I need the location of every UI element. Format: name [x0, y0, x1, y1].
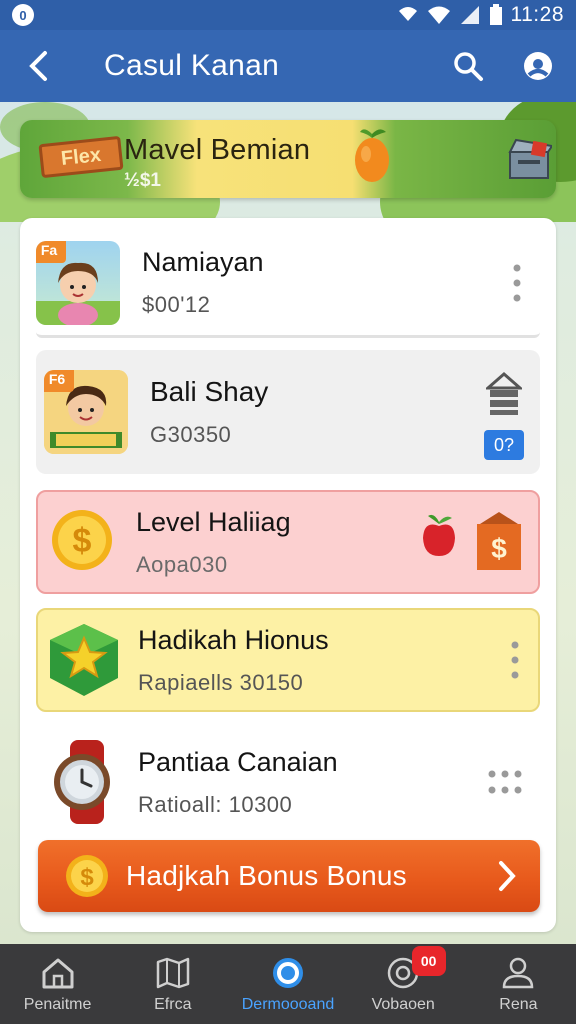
bottom-nav: Penaitme Efrca Dermoooand 00 Vobaoen Ren… [0, 944, 576, 1024]
notification-badge: 00 [411, 946, 446, 976]
search-icon [454, 52, 483, 81]
nav-label: Penaitme [23, 996, 92, 1013]
item-value: Ratioall: 10300 [138, 791, 293, 817]
nav-item-profile[interactable]: Rena [461, 944, 576, 1024]
list-item[interactable]: $ Level Haliiag Aopa030 $ [36, 490, 540, 594]
more-vertical-icon[interactable] [512, 263, 522, 303]
money-box-icon: $ [477, 512, 521, 570]
item-title: Pantiaa Canaian [138, 746, 338, 777]
svg-text:$: $ [491, 533, 507, 564]
chest-icon [508, 138, 552, 179]
back-button[interactable] [18, 46, 58, 86]
avatar: F6 [44, 370, 128, 454]
star-cube-icon [50, 624, 118, 696]
avatar: Fa [36, 240, 120, 325]
status-bar: 0 11:28 [0, 0, 576, 30]
item-value: $00'12 [142, 292, 211, 317]
nav-label: Rena [499, 996, 538, 1013]
page-title: Casul Kanan [104, 49, 280, 82]
nav-label: Efrca [154, 996, 192, 1013]
list-item[interactable]: Fa Namiayan $00'12 [36, 230, 540, 338]
fruit-icon [355, 129, 389, 182]
gear-icon [524, 52, 552, 80]
search-button[interactable] [448, 46, 488, 86]
battery-icon [489, 4, 502, 25]
item-title: Namiayan [142, 247, 264, 277]
svg-text:$: $ [80, 864, 94, 891]
banner-tag: Flex [38, 135, 124, 179]
coin-icon: $ [66, 855, 108, 897]
item-value: G30350 [150, 422, 232, 447]
map-icon [156, 957, 190, 989]
home-icon [42, 958, 74, 989]
item-value: Aopa030 [136, 551, 228, 577]
settings-button[interactable] [518, 46, 558, 86]
location-icon [398, 7, 417, 21]
nav-label: Dermoooand [241, 996, 335, 1013]
nav-item-globe[interactable]: 00 Vobaoen [346, 944, 461, 1024]
list-item[interactable]: Hadikah Hionus Rapiaells 30150 [36, 608, 540, 712]
chevron-right-icon [499, 861, 516, 891]
coin-icon: $ [52, 510, 112, 570]
app-bar: Casul Kanan [0, 30, 576, 102]
list-item[interactable]: Pantiaa Canaian Ratioall: 10300 [36, 726, 540, 838]
bonus-button-label: Hadjkah Bonus Bonus [126, 860, 407, 891]
item-title: Hadikah Hionus [138, 624, 329, 655]
count-badge: 0? [484, 430, 524, 460]
watch-icon [54, 740, 110, 824]
notification-icon: 0 [12, 4, 34, 26]
status-time: 11:28 [510, 3, 564, 26]
item-title: Level Haliiag [136, 506, 291, 537]
apple-icon [423, 514, 455, 556]
content-card: Fa Namiayan $00'12 F6 Bali Shay G30350 0… [20, 218, 556, 932]
back-arrow-icon [29, 51, 47, 81]
bonus-button[interactable]: $ Hadjkah Bonus Bonus [38, 840, 540, 912]
list-item[interactable]: F6 Bali Shay G30350 0? [36, 350, 540, 474]
svg-text:$: $ [73, 522, 92, 560]
item-title: Bali Shay [150, 376, 269, 407]
profile-icon [503, 957, 534, 989]
banner-subtitle: ½$1 [124, 170, 161, 191]
banner-title: Mavel Bemian [124, 134, 311, 166]
promo-banner[interactable]: Flex Mavel Bemian ½$1 [20, 120, 556, 198]
circle-icon [273, 958, 303, 988]
item-badge: Fa [36, 240, 66, 263]
nav-label: Vobaoen [371, 996, 435, 1013]
storage-icon[interactable] [486, 372, 522, 416]
status-icons: 11:28 [397, 3, 565, 27]
wifi-icon [427, 6, 450, 24]
signal-icon [460, 6, 479, 24]
nav-item-home[interactable]: Penaitme [0, 944, 115, 1024]
item-badge: F6 [44, 370, 74, 392]
item-value: Rapiaells 30150 [138, 669, 304, 695]
nav-item-active[interactable]: Dermoooand [230, 944, 345, 1024]
more-vertical-icon[interactable] [510, 640, 520, 680]
nav-item-map[interactable]: Efrca [115, 944, 230, 1024]
more-grid-icon[interactable] [488, 770, 522, 794]
